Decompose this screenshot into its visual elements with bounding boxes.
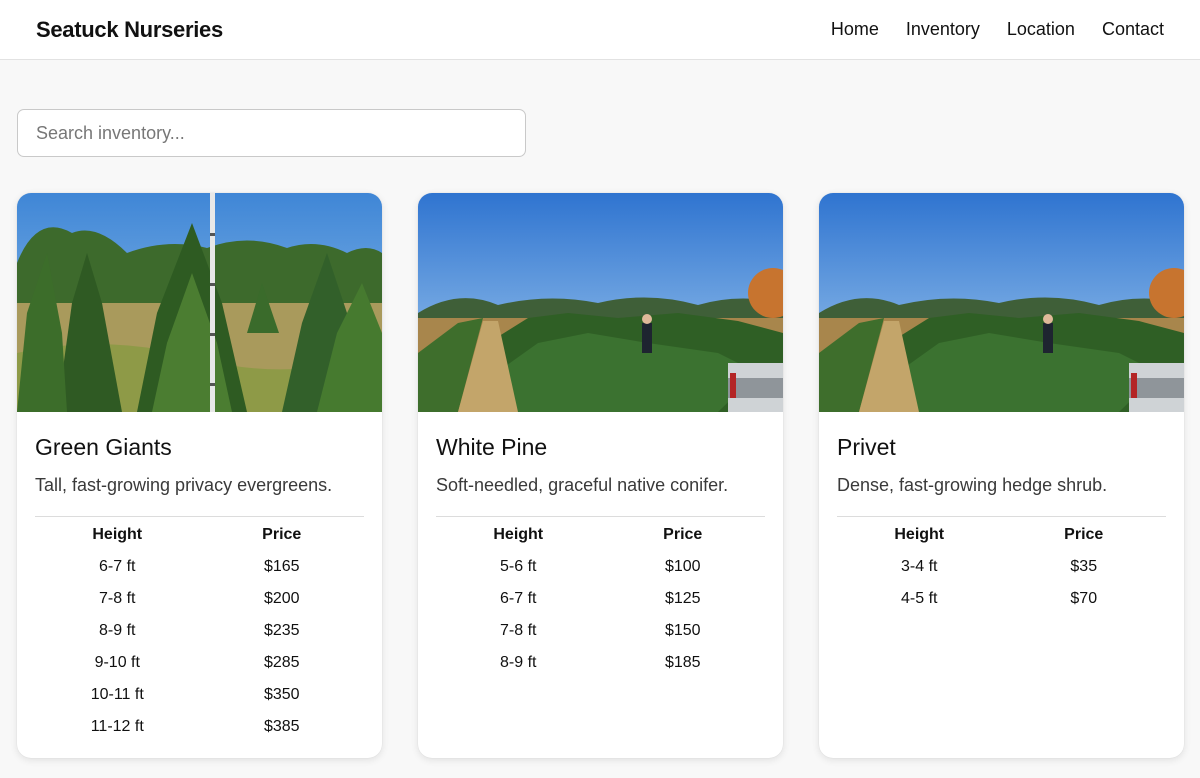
height-cell: 8-9 ft xyxy=(99,622,136,639)
table-row: 4-5 ft $70 xyxy=(837,583,1166,615)
price-cell: $200 xyxy=(263,590,300,607)
height-cell: 3-4 ft xyxy=(901,558,938,575)
price-cell: $165 xyxy=(263,558,300,575)
card-divider xyxy=(436,516,765,517)
table-row: 5-6 ft $100 xyxy=(436,551,765,583)
height-cell: 7-8 ft xyxy=(500,622,537,639)
table-header-row: Height Price xyxy=(35,519,364,551)
card-title: Privet xyxy=(837,434,896,460)
price-cell: $125 xyxy=(664,590,701,607)
table-row: 8-9 ft $185 xyxy=(436,647,765,679)
price-table: Height Price 5-6 ft $100 6-7 ft $125 7-8 f… xyxy=(436,519,765,679)
column-header-height: Height xyxy=(92,526,143,543)
height-cell: 10-11 ft xyxy=(90,686,144,703)
nav-link-home[interactable]: Home xyxy=(831,19,879,40)
price-table: Height Price 3-4 ft $35 4-5 ft $70 xyxy=(837,519,1166,615)
price-cell: $385 xyxy=(263,718,300,735)
column-header-price: Price xyxy=(663,526,703,543)
height-cell: 5-6 ft xyxy=(500,558,537,575)
card-title: Green Giants xyxy=(35,434,172,460)
price-cell: $150 xyxy=(664,622,701,639)
table-row: 7-8 ft $200 xyxy=(35,583,364,615)
height-cell: 6-7 ft xyxy=(99,558,136,575)
nav-link-location[interactable]: Location xyxy=(1007,19,1075,40)
card-description: Tall, fast-growing privacy evergreens. xyxy=(35,475,333,495)
column-header-price: Price xyxy=(1064,526,1104,543)
main-nav: Home Inventory Location Contact xyxy=(831,19,1164,40)
product-card-white-pine[interactable]: White Pine Soft-needled, graceful native… xyxy=(418,193,783,758)
top-navbar: Seatuck Nurseries Home Inventory Locatio… xyxy=(0,0,1200,60)
price-table: Height Price 6-7 ft $165 7-8 ft $200 8-9 f… xyxy=(35,519,364,743)
product-card-privet[interactable]: Privet Dense, fast-growing hedge shrub. … xyxy=(819,193,1184,758)
brand-logo-text[interactable]: Seatuck Nurseries xyxy=(36,17,223,43)
card-description: Dense, fast-growing hedge shrub. xyxy=(837,475,1108,495)
table-row: 7-8 ft $150 xyxy=(436,615,765,647)
search-input[interactable] xyxy=(17,109,526,157)
height-cell: 6-7 ft xyxy=(500,590,537,607)
card-title: White Pine xyxy=(436,434,548,460)
price-cell: $235 xyxy=(263,622,300,639)
height-cell: 7-8 ft xyxy=(99,590,136,607)
product-card-green-giants[interactable]: Green Giants Tall, fast-growing privacy … xyxy=(17,193,382,758)
column-header-price: Price xyxy=(262,526,302,543)
table-header-row: Height Price xyxy=(436,519,765,551)
card-description: Soft-needled, graceful native conifer. xyxy=(436,475,729,495)
nav-link-inventory[interactable]: Inventory xyxy=(906,19,980,40)
table-header-row: Height Price xyxy=(837,519,1166,551)
product-photo xyxy=(819,193,1184,412)
height-cell: 8-9 ft xyxy=(500,654,537,671)
product-photo xyxy=(418,193,783,412)
height-cell: 9-10 ft xyxy=(94,654,140,671)
nav-link-contact[interactable]: Contact xyxy=(1102,19,1164,40)
height-cell: 11-12 ft xyxy=(90,718,144,735)
table-row: 6-7 ft $165 xyxy=(35,551,364,583)
product-photo xyxy=(17,193,382,412)
table-row: 8-9 ft $235 xyxy=(35,615,364,647)
table-row: 11-12 ft $385 xyxy=(35,711,364,743)
price-cell: $70 xyxy=(1070,590,1098,607)
price-cell: $285 xyxy=(263,654,300,671)
table-row: 10-11 ft $350 xyxy=(35,679,364,711)
card-divider xyxy=(35,516,364,517)
price-cell: $35 xyxy=(1070,558,1098,575)
card-divider xyxy=(837,516,1166,517)
price-cell: $100 xyxy=(664,558,701,575)
price-cell: $350 xyxy=(263,686,300,703)
column-header-height: Height xyxy=(894,526,945,543)
table-row: 6-7 ft $125 xyxy=(436,583,765,615)
column-header-height: Height xyxy=(493,526,544,543)
height-cell: 4-5 ft xyxy=(901,590,938,607)
table-row: 3-4 ft $35 xyxy=(837,551,1166,583)
price-cell: $185 xyxy=(664,654,701,671)
table-row: 9-10 ft $285 xyxy=(35,647,364,679)
